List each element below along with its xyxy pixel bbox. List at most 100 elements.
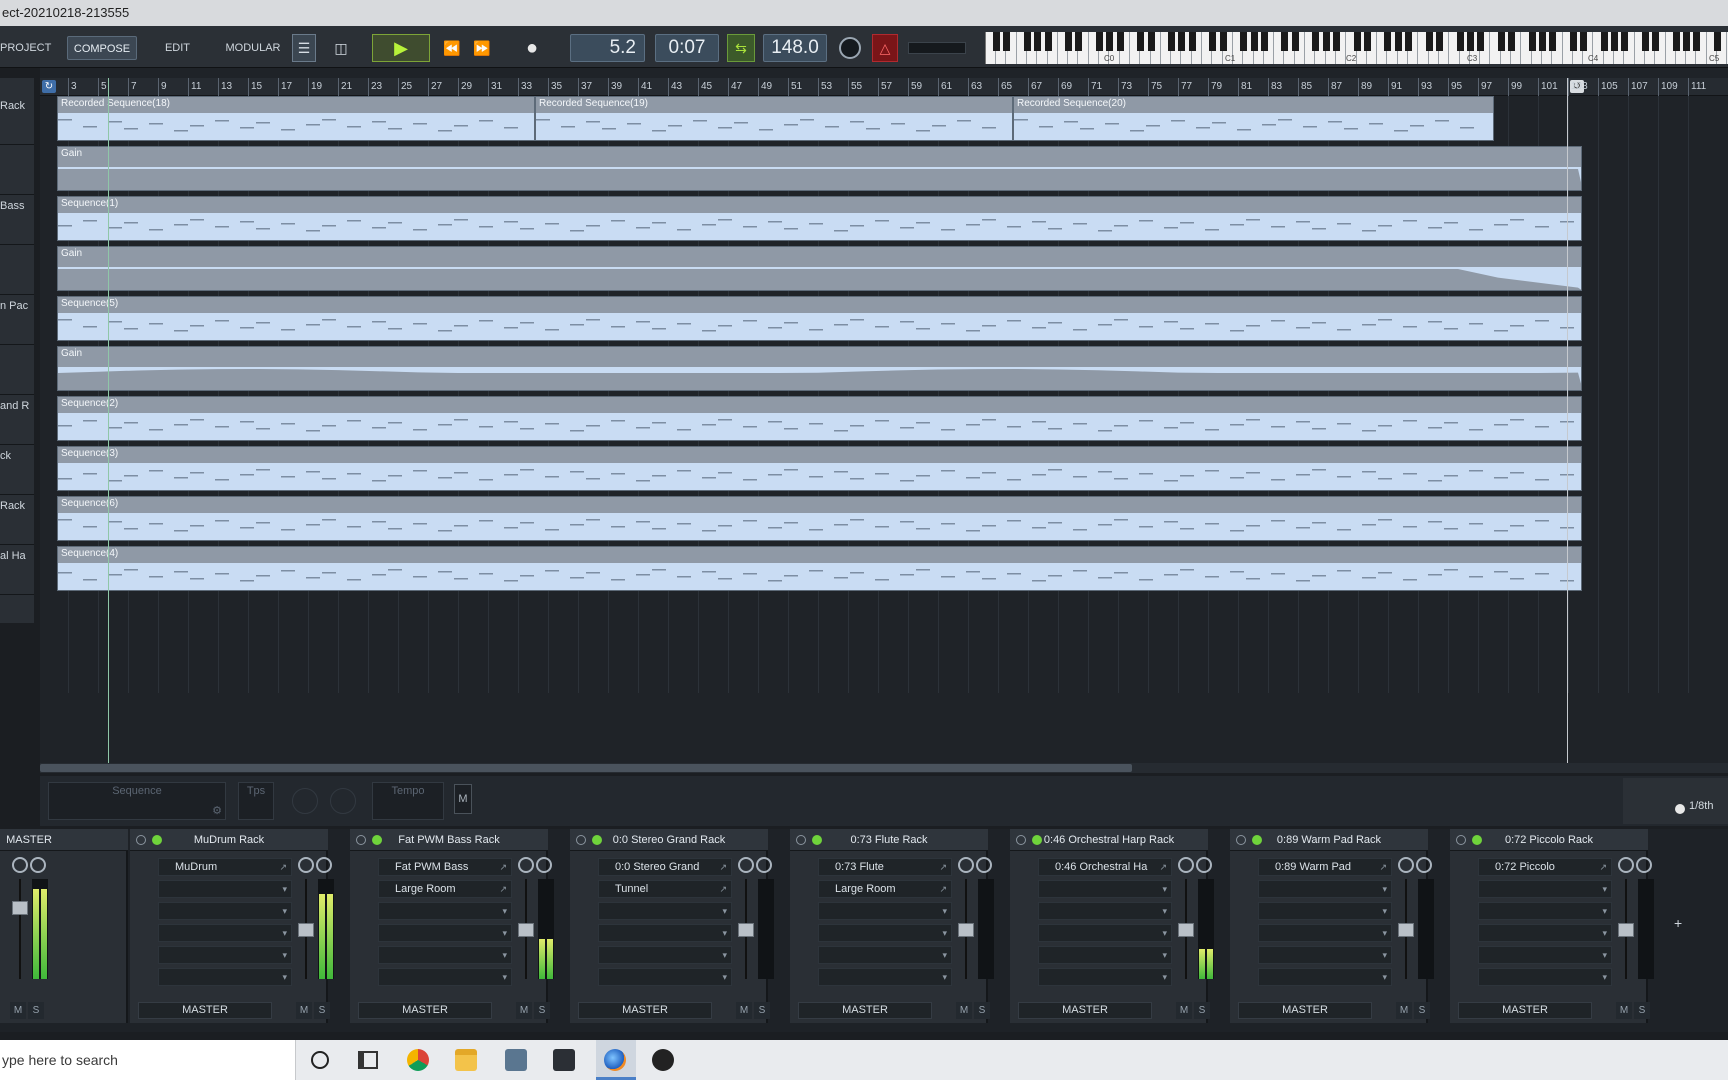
device-slot[interactable]: ▾ [598, 902, 732, 920]
piano-black-key[interactable] [1405, 32, 1412, 51]
device-slot[interactable]: ▾ [1258, 902, 1392, 920]
dropdown-chevron-icon[interactable]: ▾ [1382, 881, 1387, 897]
sequence-clip[interactable]: Sequence(3) [57, 446, 1582, 491]
device-slot[interactable]: ▾ [1258, 880, 1392, 898]
device-slot[interactable]: ▾ [1258, 968, 1392, 986]
piano-black-key[interactable] [1600, 32, 1608, 51]
open-device-icon[interactable]: ↗ [1599, 859, 1607, 875]
piano-black-key[interactable] [1466, 32, 1474, 51]
loop-icon[interactable]: ⇆ [727, 34, 755, 62]
device-slot[interactable]: 0:0 Stereo Grand ↗ [598, 858, 732, 876]
track-header-label[interactable]: and R [0, 396, 34, 444]
piano-black-key[interactable] [1281, 32, 1289, 51]
dropdown-chevron-icon[interactable]: ▾ [1382, 925, 1387, 941]
dropdown-chevron-icon[interactable]: ▾ [282, 903, 287, 919]
piano-black-key[interactable] [1384, 32, 1392, 51]
gain-automation-clip[interactable]: Gain [57, 346, 1582, 391]
gain-automation-clip[interactable]: Gain [57, 246, 1582, 291]
dropdown-chevron-icon[interactable]: ▾ [282, 881, 287, 897]
track-header-label[interactable]: Rack [0, 96, 34, 144]
device-slot[interactable]: ▾ [818, 968, 952, 986]
device-slot[interactable]: ▾ [1038, 924, 1172, 942]
sequence-field[interactable]: Sequence ⚙ [48, 782, 226, 820]
power-icon[interactable] [1472, 835, 1482, 845]
task-view-icon[interactable] [358, 1051, 378, 1069]
dropdown-chevron-icon[interactable]: ▾ [282, 969, 287, 985]
sequence-clip[interactable]: Recorded Sequence(18) [57, 96, 535, 141]
sequence-clip[interactable]: Sequence(5) [57, 296, 1582, 341]
sequence-settings-icon[interactable]: ⚙ [212, 804, 222, 817]
output-routing-button[interactable]: MASTER [1238, 1002, 1372, 1019]
piano-black-key[interactable] [1497, 32, 1505, 51]
piano-black-key[interactable] [1683, 32, 1691, 51]
piano-black-key[interactable] [1693, 32, 1701, 51]
open-device-icon[interactable]: ↗ [1159, 859, 1167, 875]
track-header-label[interactable]: Bass [0, 196, 34, 244]
pan-knob-icon[interactable] [12, 857, 28, 873]
tempo-field[interactable]: Tempo [372, 782, 444, 820]
width-knob-icon[interactable] [536, 857, 552, 873]
device-slot[interactable]: ▾ [158, 880, 292, 898]
piano-black-key[interactable] [1580, 32, 1588, 51]
piano-keyboard[interactable]: C0 C1 C2 C3 C4 C5 [985, 32, 1728, 64]
piano-black-key[interactable] [1219, 32, 1227, 51]
fast-forward-icon[interactable]: ⏩ [470, 34, 494, 62]
dropdown-chevron-icon[interactable]: ▾ [942, 969, 947, 985]
dropdown-chevron-icon[interactable]: ▾ [1382, 969, 1387, 985]
device-slot[interactable]: ▾ [1258, 924, 1392, 942]
device-slot[interactable]: Large Room ↗ [378, 880, 512, 898]
pan-knob-icon[interactable] [1178, 857, 1194, 873]
solo-button[interactable]: S [28, 1002, 44, 1019]
dropdown-chevron-icon[interactable]: ▾ [1602, 969, 1607, 985]
width-knob-icon[interactable] [316, 857, 332, 873]
sequence-knob-1-icon[interactable] [292, 788, 318, 814]
piano-black-key[interactable] [1106, 32, 1114, 51]
dropdown-chevron-icon[interactable]: ▾ [722, 947, 727, 963]
device-slot[interactable]: 0:72 Piccolo ↗ [1478, 858, 1612, 876]
fader-handle[interactable] [958, 923, 974, 937]
device-slot[interactable]: ▾ [1478, 924, 1612, 942]
taskbar-search[interactable]: ype here to search [0, 1040, 296, 1080]
mute-button[interactable]: M [10, 1002, 26, 1019]
gain-automation-clip[interactable]: Gain [57, 146, 1582, 191]
cortana-icon[interactable] [311, 1051, 329, 1069]
dropdown-chevron-icon[interactable]: ▾ [502, 969, 507, 985]
piano-black-key[interactable] [1425, 32, 1433, 51]
device-slot[interactable]: ▾ [818, 924, 952, 942]
metronome-icon[interactable]: △ [872, 34, 898, 62]
device-slot[interactable]: MuDrum ↗ [158, 858, 292, 876]
dropdown-chevron-icon[interactable]: ▾ [1382, 947, 1387, 963]
device-slot[interactable]: ▾ [1478, 968, 1612, 986]
piano-black-key[interactable] [1209, 32, 1217, 51]
sequence-clip[interactable]: Sequence(4) [57, 546, 1582, 591]
piano-black-key[interactable] [1250, 32, 1258, 51]
track-header-label[interactable]: ck [0, 446, 34, 494]
fader-handle[interactable] [12, 901, 28, 915]
output-routing-button[interactable]: MASTER [1018, 1002, 1152, 1019]
open-device-icon[interactable]: ↗ [719, 881, 727, 897]
device-slot[interactable]: ▾ [158, 968, 292, 986]
piano-black-key[interactable] [1291, 32, 1299, 51]
piano-black-key[interactable] [1147, 32, 1155, 51]
record-icon[interactable]: ● [520, 34, 544, 62]
piano-black-key[interactable] [1260, 32, 1268, 51]
piano-black-key[interactable] [1363, 32, 1371, 51]
fader-handle[interactable] [298, 923, 314, 937]
pan-knob-icon[interactable] [1398, 857, 1414, 873]
device-slot[interactable]: 0:46 Orchestral Ha ↗ [1038, 858, 1172, 876]
chrome-icon[interactable] [407, 1049, 429, 1071]
mute-button[interactable]: M [296, 1002, 312, 1019]
piano-black-key[interactable] [1322, 32, 1330, 51]
piano-black-key[interactable] [1549, 32, 1557, 51]
device-slot[interactable]: Fat PWM Bass ↗ [378, 858, 512, 876]
device-slot[interactable]: ▾ [1038, 968, 1172, 986]
mute-button[interactable]: M [736, 1002, 752, 1019]
pan-knob-icon[interactable] [738, 857, 754, 873]
device-slot[interactable]: ▾ [158, 924, 292, 942]
dropdown-chevron-icon[interactable]: ▾ [1162, 947, 1167, 963]
solo-button[interactable]: S [754, 1002, 770, 1019]
mute-button[interactable]: M [1176, 1002, 1192, 1019]
dropdown-chevron-icon[interactable]: ▾ [1162, 903, 1167, 919]
track-header-label[interactable]: Rack [0, 496, 34, 544]
play-icon[interactable]: ▶ [372, 34, 430, 62]
